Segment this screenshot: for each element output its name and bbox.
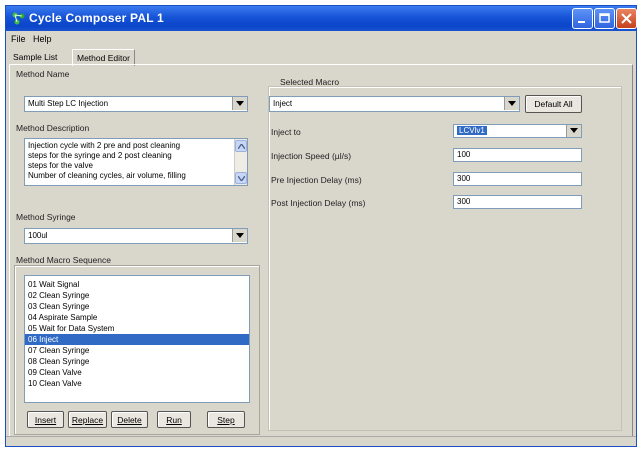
list-item[interactable]: 03 Clean Syringe <box>25 301 249 312</box>
chevron-down-icon <box>508 101 516 106</box>
method-syringe-label: Method Syringe <box>16 212 76 222</box>
list-item[interactable]: 04 Aspirate Sample <box>25 312 249 323</box>
molecule-icon <box>12 12 25 25</box>
method-description-textarea[interactable]: Injection cycle with 2 pre and post clea… <box>24 138 248 186</box>
delete-button[interactable]: Delete <box>111 411 148 428</box>
chevron-down-icon <box>570 128 578 133</box>
post-injection-delay-input[interactable]: 300 <box>453 195 582 209</box>
title-bar[interactable]: Cycle Composer PAL 1 <box>6 6 637 31</box>
close-icon <box>621 13 632 24</box>
chevron-down-icon <box>238 176 245 181</box>
inject-to-value: LCVlv1 <box>457 126 487 135</box>
inject-to-label: Inject to <box>271 127 301 137</box>
default-all-button[interactable]: Default All <box>525 95 582 113</box>
list-item[interactable]: 08 Clean Syringe <box>25 356 249 367</box>
pre-injection-delay-input[interactable]: 300 <box>453 172 582 186</box>
method-description-label: Method Description <box>16 123 90 133</box>
method-name-dropdown-button[interactable] <box>232 97 247 110</box>
method-syringe-dropdown-button[interactable] <box>232 229 247 242</box>
chevron-down-icon <box>236 101 244 106</box>
method-name-combo[interactable]: Multi Step LC Injection <box>24 96 248 112</box>
description-line: steps for the valve <box>28 161 93 170</box>
run-button[interactable]: Run <box>157 411 191 428</box>
inject-to-dropdown-button[interactable] <box>566 125 581 137</box>
list-item-selected[interactable]: 06 Inject <box>25 334 249 345</box>
menu-file[interactable]: File <box>11 34 26 44</box>
list-item[interactable]: 02 Clean Syringe <box>25 290 249 301</box>
selected-macro-value: Inject <box>273 99 293 108</box>
description-line: Injection cycle with 2 pre and post clea… <box>28 141 181 150</box>
description-line: Number of cleaning cycles, air volume, f… <box>28 171 186 180</box>
post-injection-delay-label: Post Injection Delay (ms) <box>271 198 366 208</box>
method-name-value: Multi Step LC Injection <box>28 99 109 108</box>
selected-macro-group: Inject Default All Inject to LCVlv1 Inje… <box>268 86 622 431</box>
macro-sequence-list[interactable]: 01 Wait Signal 02 Clean Syringe 03 Clean… <box>24 275 250 403</box>
injection-speed-input[interactable]: 100 <box>453 148 582 162</box>
menu-help[interactable]: Help <box>33 34 52 44</box>
tab-strip: Sample List Method Editor <box>6 49 636 66</box>
scroll-up-button[interactable] <box>235 140 247 152</box>
window-title: Cycle Composer PAL 1 <box>29 11 164 25</box>
menu-bar: File Help <box>6 31 636 46</box>
method-name-label: Method Name <box>16 69 70 79</box>
description-line: steps for the syringe and 2 post cleanin… <box>28 151 172 160</box>
list-item[interactable]: 07 Clean Syringe <box>25 345 249 356</box>
maximize-icon <box>599 13 610 23</box>
replace-button[interactable]: Replace <box>68 411 107 428</box>
method-syringe-combo[interactable]: 100ul <box>24 228 248 244</box>
minimize-button[interactable] <box>572 8 593 29</box>
maximize-button[interactable] <box>594 8 615 29</box>
selected-macro-dropdown-button[interactable] <box>504 97 519 110</box>
close-button[interactable] <box>616 8 637 29</box>
status-bar <box>6 436 636 446</box>
macro-sequence-group: 01 Wait Signal 02 Clean Syringe 03 Clean… <box>14 265 260 435</box>
chevron-up-icon <box>238 144 245 149</box>
insert-button[interactable]: Insert <box>27 411 64 428</box>
list-item[interactable]: 10 Clean Valve <box>25 378 249 389</box>
pre-injection-delay-label: Pre Injection Delay (ms) <box>271 175 362 185</box>
method-syringe-value: 100ul <box>28 231 48 240</box>
macro-sequence-label: Method Macro Sequence <box>16 255 111 265</box>
method-editor-panel: Method Name Multi Step LC Injection Meth… <box>9 64 633 437</box>
scroll-down-button[interactable] <box>235 172 247 184</box>
tab-sample-list[interactable]: Sample List <box>9 49 61 65</box>
description-scrollbar[interactable] <box>234 139 247 185</box>
list-item[interactable]: 05 Wait for Data System <box>25 323 249 334</box>
chevron-down-icon <box>236 233 244 238</box>
injection-speed-label: Injection Speed (µl/s) <box>271 151 352 161</box>
list-item[interactable]: 09 Clean Valve <box>25 367 249 378</box>
minimize-icon <box>578 21 585 23</box>
inject-to-combo[interactable]: LCVlv1 <box>453 124 582 138</box>
list-item[interactable]: 01 Wait Signal <box>25 279 249 290</box>
app-window: Cycle Composer PAL 1 File Help Sample Li… <box>5 5 637 447</box>
step-button[interactable]: Step <box>207 411 245 428</box>
selected-macro-combo[interactable]: Inject <box>269 96 520 112</box>
